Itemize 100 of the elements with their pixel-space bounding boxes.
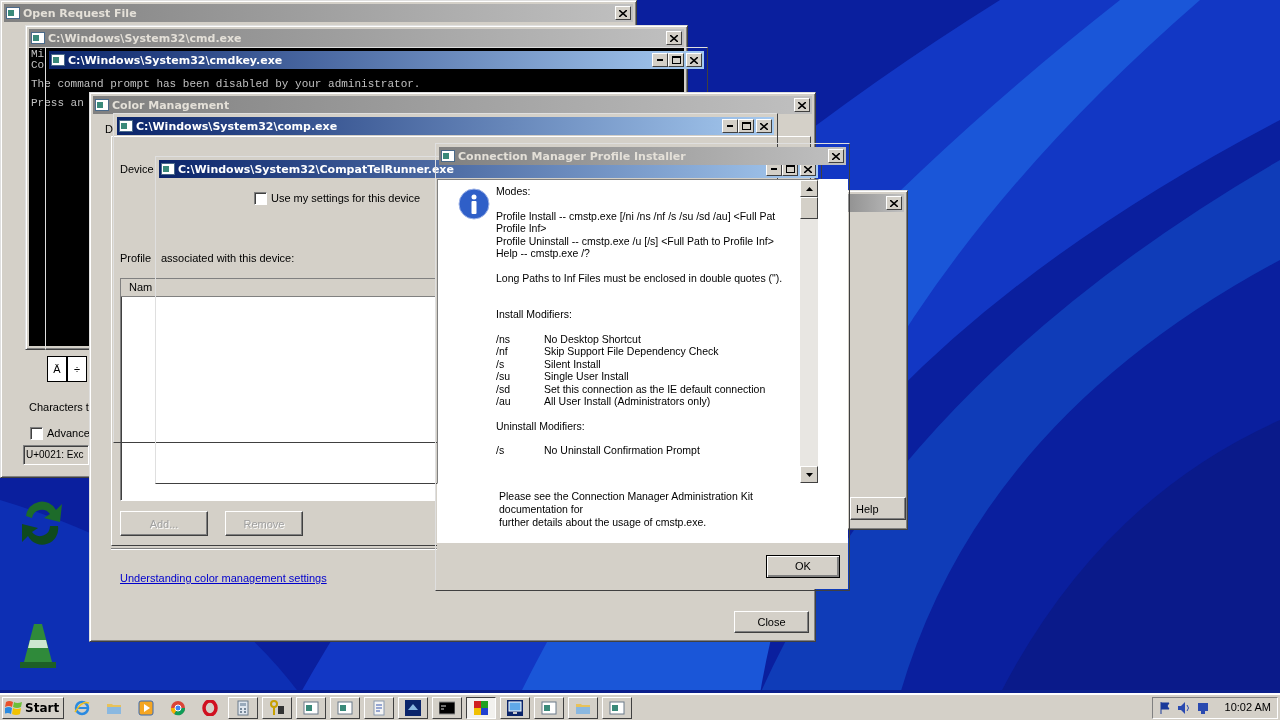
profiles-label: associated with this device: [161,252,295,266]
minimize-icon [771,168,777,170]
close-icon [760,122,768,130]
switch-name: /s [496,444,506,457]
flag-icon[interactable] [1158,700,1171,715]
character-cell[interactable]: ÷ [67,356,87,382]
checkbox[interactable] [30,427,43,441]
close-button[interactable] [756,119,772,133]
checkbox-label: Advance [47,427,90,441]
play-icon [138,699,155,716]
window-title: C:\Windows\System32\cmdkey.exe [68,53,283,67]
close-button[interactable] [828,149,844,163]
option-text: Single User Install [544,370,629,383]
window-icon [337,699,354,716]
close-button[interactable]: Close [734,611,809,633]
message-text: Profile Inf> [496,222,548,235]
window-icon [161,163,175,175]
code-field[interactable]: U+0021: Exc [23,445,89,465]
switch-name: /s [496,357,506,370]
message-text: Uninstall Modifiers: [496,419,586,432]
help-button[interactable]: Help [850,497,906,520]
taskbar-button[interactable] [466,696,497,719]
close-button[interactable] [686,53,702,67]
message-text: documentation for [499,503,585,516]
network-icon[interactable] [1196,700,1211,715]
cone-icon[interactable] [18,622,58,670]
clock-text: 10:02 AM [1223,700,1271,715]
checkbox-label: Use my settings for this device [271,192,421,206]
start-button[interactable]: Start [2,696,65,719]
device-label: Device [120,163,154,177]
console-icon [439,699,456,716]
minimize-button[interactable] [722,119,738,133]
switch-name: /sd [496,382,511,395]
scrollbar[interactable] [800,180,818,483]
switch-name: /au [496,395,512,408]
close-icon [619,9,627,17]
console-line: Mi [31,49,45,60]
minimize-icon [727,125,733,127]
checkbox[interactable] [254,192,267,206]
message-text: Help -- cmstp.exe /? [496,247,591,260]
maximize-icon [785,165,795,173]
colorful-icon [473,699,490,716]
window-title: Open Request File [23,6,137,20]
close-icon [890,199,898,207]
help-link[interactable]: Understanding color management settings [120,572,327,586]
minimize-button[interactable] [652,53,668,67]
screen-icon [405,699,422,716]
up-arrow-icon [805,186,813,191]
window-icon [95,99,109,111]
profiles-label: Profile [120,252,152,266]
window-icon [119,120,133,132]
maximize-button[interactable] [668,53,684,67]
close-button[interactable] [666,31,682,45]
message-text: Please see the Connection Manager Administration Kit [499,490,754,503]
browser-icon [74,699,91,716]
window-icon [6,7,20,19]
console-line: Co [31,60,45,71]
tab-label[interactable]: D [105,123,113,137]
close-button[interactable] [886,196,902,210]
switch-name: /ns [496,332,511,345]
info-icon [458,188,490,220]
scroll-up-button[interactable] [800,180,818,197]
column-header[interactable]: Nam [121,279,435,297]
close-button[interactable] [615,6,631,20]
message-text: Install Modifiers: [496,308,573,321]
message-text: Modes: [496,185,532,198]
speaker-icon[interactable] [1176,700,1191,715]
option-text: No Desktop Shortcut [544,332,641,345]
maximize-button[interactable] [738,119,754,133]
option-text: All User Install (Administrators only) [544,395,711,408]
switch-name: /nf [496,345,509,358]
window-icon [31,32,45,44]
message-text: Long Paths to Inf Files must be enclosed in double quotes ("). [496,271,784,284]
document-icon [371,699,388,716]
keys-icon [269,699,286,716]
window-icon [609,699,626,716]
monitor-icon [507,699,524,716]
option-text: Silent Install [544,357,601,370]
scroll-thumb[interactable] [800,197,818,219]
ok-button[interactable]: OK [766,554,840,578]
message-text: Profile Install -- cmstp.exe [/ni /ns /nf /s /su /sd /au] <Full Pat [496,209,777,222]
window-title: Color Management [112,98,230,112]
option-text: Skip Support File Dependency Check [544,345,719,358]
maximize-icon [671,56,681,64]
maximize-icon [741,122,751,130]
close-button[interactable] [794,98,810,112]
close-icon [798,101,806,109]
window-icon [541,699,558,716]
switch-name: /su [496,370,511,383]
close-icon [804,165,812,173]
scroll-down-button[interactable] [800,466,818,483]
window-title: C:\Windows\System32\comp.exe [136,119,338,133]
window-title: Connection Manager Profile Installer [458,149,686,163]
minimize-icon [657,59,663,61]
window-title: C:\Windows\System32\cmd.exe [48,31,242,45]
message-text: further details about the usage of cmstp.exe. [499,516,708,529]
character-cell[interactable]: Ä [47,356,67,382]
caption-text: Characters t [29,401,89,415]
calculator-icon [235,699,252,716]
close-icon [832,152,840,160]
